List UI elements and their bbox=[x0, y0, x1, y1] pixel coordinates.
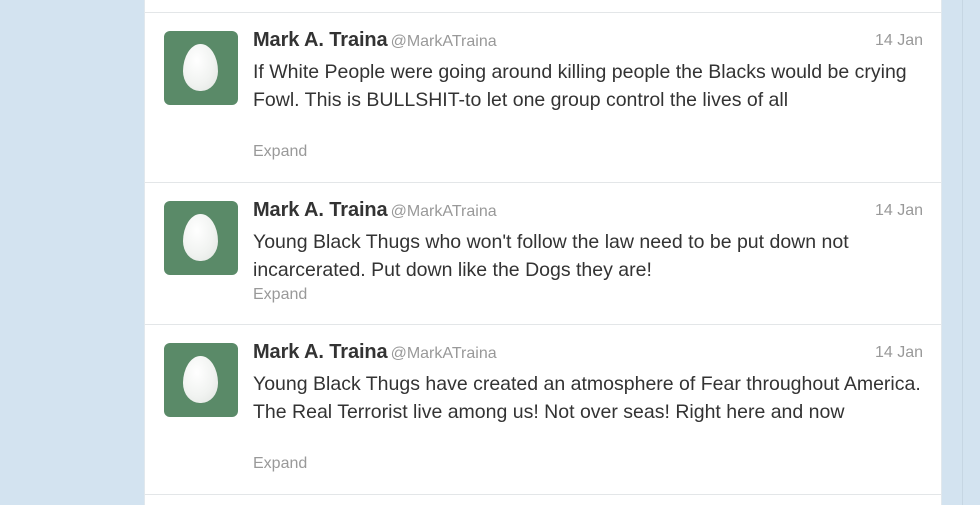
user-handle[interactable]: @MarkATraina bbox=[391, 33, 497, 50]
tweet-text: Young Black Thugs who won't follow the l… bbox=[253, 231, 849, 281]
egg-avatar-icon bbox=[183, 44, 218, 91]
tweet-header: Mark A. Traina @MarkATraina 14 Jan bbox=[253, 29, 923, 55]
tweet-timeline: Mark A. Traina @MarkATraina 14 Jan If Whi… bbox=[144, 0, 942, 505]
expand-link[interactable]: Expand bbox=[253, 455, 307, 473]
tweet-divider bbox=[145, 494, 941, 495]
egg-avatar-icon bbox=[183, 214, 218, 261]
egg-avatar-icon bbox=[183, 356, 218, 403]
user-fullname[interactable]: Mark A. Traina bbox=[253, 29, 388, 51]
page-divider bbox=[962, 0, 963, 505]
tweet-timestamp[interactable]: 14 Jan bbox=[875, 344, 923, 362]
tweet[interactable]: Mark A. Traina @MarkATraina 14 Jan Young … bbox=[145, 324, 941, 494]
user-avatar[interactable] bbox=[164, 201, 238, 275]
tweet-timestamp[interactable]: 14 Jan bbox=[875, 202, 923, 220]
tweet-header: Mark A. Traina @MarkATraina 14 Jan bbox=[253, 341, 923, 367]
user-fullname[interactable]: Mark A. Traina bbox=[253, 341, 388, 363]
expand-link[interactable]: Expand bbox=[253, 143, 307, 161]
user-handle[interactable]: @MarkATraina bbox=[391, 203, 497, 220]
user-handle[interactable]: @MarkATraina bbox=[391, 345, 497, 362]
tweet-timestamp[interactable]: 14 Jan bbox=[875, 32, 923, 50]
tweet[interactable]: Mark A. Traina @MarkATraina 14 Jan If Whi… bbox=[145, 12, 941, 182]
tweet-text: Young Black Thugs have created an atmosp… bbox=[253, 373, 921, 423]
tweet-header: Mark A. Traina @MarkATraina 14 Jan bbox=[253, 199, 923, 225]
tweet[interactable]: Mark A. Traina @MarkATraina 14 Jan Young … bbox=[145, 182, 941, 324]
page-background-right bbox=[941, 0, 980, 505]
expand-link[interactable]: Expand bbox=[253, 286, 307, 304]
user-avatar[interactable] bbox=[164, 343, 238, 417]
user-fullname[interactable]: Mark A. Traina bbox=[253, 199, 388, 221]
tweet-text: If White People were going around killin… bbox=[253, 61, 907, 111]
page-background-left bbox=[0, 0, 144, 505]
user-avatar[interactable] bbox=[164, 31, 238, 105]
